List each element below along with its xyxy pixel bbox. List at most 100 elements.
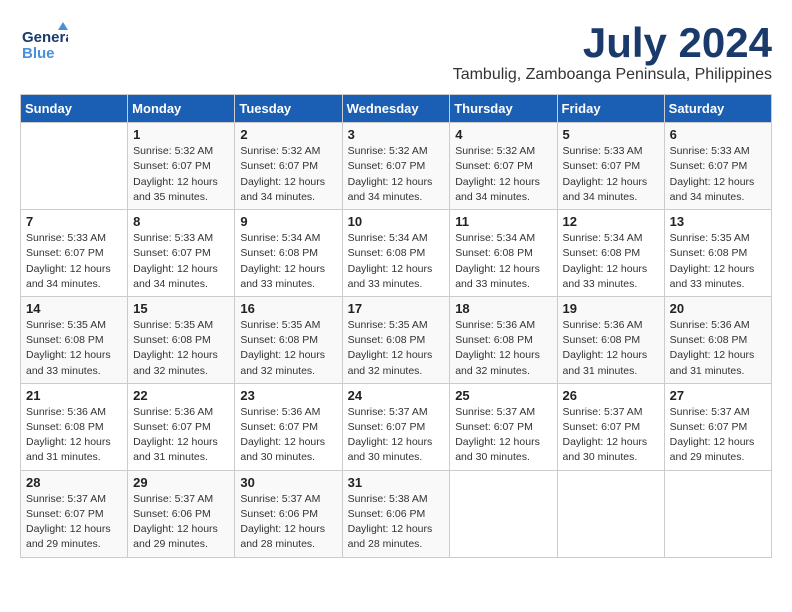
day-info: Sunrise: 5:34 AM Sunset: 6:08 PM Dayligh… <box>455 231 551 292</box>
day-info: Sunrise: 5:33 AM Sunset: 6:07 PM Dayligh… <box>563 144 659 205</box>
day-info: Sunrise: 5:32 AM Sunset: 6:07 PM Dayligh… <box>455 144 551 205</box>
svg-text:General: General <box>22 29 68 46</box>
day-number: 21 <box>26 388 122 403</box>
calendar-cell: 5 Sunrise: 5:33 AM Sunset: 6:07 PM Daylig… <box>557 123 664 210</box>
calendar-week-row: 14 Sunrise: 5:35 AM Sunset: 6:08 PM Dayli… <box>21 296 772 383</box>
calendar-cell: 3Sunrise: 5:32 AM Sunset: 6:07 PM Daylig… <box>342 123 450 210</box>
calendar-cell: 15Sunrise: 5:35 AM Sunset: 6:08 PM Dayli… <box>128 296 235 383</box>
day-number: 4 <box>455 127 551 142</box>
weekday-header-tuesday: Tuesday <box>235 95 342 123</box>
day-number: 14 <box>26 301 122 316</box>
day-info: Sunrise: 5:34 AM Sunset: 6:08 PM Dayligh… <box>240 231 336 292</box>
calendar-cell: 21Sunrise: 5:36 AM Sunset: 6:08 PM Dayli… <box>21 383 128 470</box>
header: General Blue July 2024 Tambulig, Zamboan… <box>20 20 772 84</box>
day-number: 19 <box>563 301 659 316</box>
day-info: Sunrise: 5:36 AM Sunset: 6:07 PM Dayligh… <box>240 405 336 466</box>
day-info: Sunrise: 5:35 AM Sunset: 6:08 PM Dayligh… <box>348 318 445 379</box>
calendar-cell: 7 Sunrise: 5:33 AM Sunset: 6:07 PM Daylig… <box>21 210 128 297</box>
day-number: 9 <box>240 214 336 229</box>
day-number: 26 <box>563 388 659 403</box>
location-title: Tambulig, Zamboanga Peninsula, Philippin… <box>453 66 772 84</box>
day-info: Sunrise: 5:37 AM Sunset: 6:07 PM Dayligh… <box>455 405 551 466</box>
calendar-cell: 12 Sunrise: 5:34 AM Sunset: 6:08 PM Dayli… <box>557 210 664 297</box>
day-number: 7 <box>26 214 122 229</box>
day-number: 17 <box>348 301 445 316</box>
day-info: Sunrise: 5:36 AM Sunset: 6:08 PM Dayligh… <box>670 318 766 379</box>
calendar-cell: 25 Sunrise: 5:37 AM Sunset: 6:07 PM Dayli… <box>450 383 557 470</box>
calendar-cell: 18 Sunrise: 5:36 AM Sunset: 6:08 PM Dayli… <box>450 296 557 383</box>
calendar-cell: 23 Sunrise: 5:36 AM Sunset: 6:07 PM Dayli… <box>235 383 342 470</box>
calendar-cell: 19 Sunrise: 5:36 AM Sunset: 6:08 PM Dayli… <box>557 296 664 383</box>
calendar-cell: 27 Sunrise: 5:37 AM Sunset: 6:07 PM Dayli… <box>664 383 771 470</box>
day-number: 18 <box>455 301 551 316</box>
day-number: 30 <box>240 475 336 490</box>
day-number: 3 <box>348 127 445 142</box>
calendar-cell: 8Sunrise: 5:33 AM Sunset: 6:07 PM Daylig… <box>128 210 235 297</box>
logo-icon: General Blue <box>20 20 68 64</box>
weekday-header-saturday: Saturday <box>664 95 771 123</box>
calendar-cell: 30 Sunrise: 5:37 AM Sunset: 6:06 PM Dayli… <box>235 470 342 557</box>
day-number: 28 <box>26 475 122 490</box>
title-area: July 2024 Tambulig, Zamboanga Peninsula,… <box>453 20 772 84</box>
day-number: 23 <box>240 388 336 403</box>
calendar-cell: 28 Sunrise: 5:37 AM Sunset: 6:07 PM Dayli… <box>21 470 128 557</box>
calendar-cell: 17 Sunrise: 5:35 AM Sunset: 6:08 PM Dayli… <box>342 296 450 383</box>
day-number: 31 <box>348 475 445 490</box>
calendar-week-row: 1 Sunrise: 5:32 AM Sunset: 6:07 PM Daylig… <box>21 123 772 210</box>
day-info: Sunrise: 5:35 AM Sunset: 6:08 PM Dayligh… <box>240 318 336 379</box>
day-number: 5 <box>563 127 659 142</box>
logo: General Blue <box>20 20 68 64</box>
svg-text:Blue: Blue <box>22 45 55 62</box>
day-info: Sunrise: 5:33 AM Sunset: 6:07 PM Dayligh… <box>26 231 122 292</box>
day-info: Sunrise: 5:37 AM Sunset: 6:07 PM Dayligh… <box>670 405 766 466</box>
calendar-cell: 16 Sunrise: 5:35 AM Sunset: 6:08 PM Dayli… <box>235 296 342 383</box>
day-info: Sunrise: 5:37 AM Sunset: 6:07 PM Dayligh… <box>563 405 659 466</box>
calendar-cell: 6 Sunrise: 5:33 AM Sunset: 6:07 PM Daylig… <box>664 123 771 210</box>
day-info: Sunrise: 5:37 AM Sunset: 6:07 PM Dayligh… <box>26 492 122 553</box>
day-number: 12 <box>563 214 659 229</box>
day-info: Sunrise: 5:35 AM Sunset: 6:08 PM Dayligh… <box>26 318 122 379</box>
day-info: Sunrise: 5:34 AM Sunset: 6:08 PM Dayligh… <box>563 231 659 292</box>
day-number: 1 <box>133 127 229 142</box>
day-number: 2 <box>240 127 336 142</box>
day-info: Sunrise: 5:36 AM Sunset: 6:08 PM Dayligh… <box>563 318 659 379</box>
calendar-cell <box>450 470 557 557</box>
day-info: Sunrise: 5:33 AM Sunset: 6:07 PM Dayligh… <box>670 144 766 205</box>
day-number: 6 <box>670 127 766 142</box>
day-number: 15 <box>133 301 229 316</box>
day-number: 25 <box>455 388 551 403</box>
day-info: Sunrise: 5:32 AM Sunset: 6:07 PM Dayligh… <box>240 144 336 205</box>
calendar-cell: 22Sunrise: 5:36 AM Sunset: 6:07 PM Dayli… <box>128 383 235 470</box>
day-info: Sunrise: 5:35 AM Sunset: 6:08 PM Dayligh… <box>670 231 766 292</box>
weekday-header-friday: Friday <box>557 95 664 123</box>
calendar-cell: 11Sunrise: 5:34 AM Sunset: 6:08 PM Dayli… <box>450 210 557 297</box>
day-number: 10 <box>348 214 445 229</box>
day-number: 13 <box>670 214 766 229</box>
day-info: Sunrise: 5:32 AM Sunset: 6:07 PM Dayligh… <box>133 144 229 205</box>
day-info: Sunrise: 5:36 AM Sunset: 6:08 PM Dayligh… <box>455 318 551 379</box>
calendar-cell <box>557 470 664 557</box>
calendar-cell <box>21 123 128 210</box>
day-info: Sunrise: 5:38 AM Sunset: 6:06 PM Dayligh… <box>348 492 445 553</box>
calendar-cell: 2 Sunrise: 5:32 AM Sunset: 6:07 PM Daylig… <box>235 123 342 210</box>
weekday-header-wednesday: Wednesday <box>342 95 450 123</box>
weekday-header-sunday: Sunday <box>21 95 128 123</box>
calendar-week-row: 28 Sunrise: 5:37 AM Sunset: 6:07 PM Dayli… <box>21 470 772 557</box>
day-number: 27 <box>670 388 766 403</box>
month-title: July 2024 <box>453 20 772 66</box>
weekday-header-thursday: Thursday <box>450 95 557 123</box>
calendar-cell: 14 Sunrise: 5:35 AM Sunset: 6:08 PM Dayli… <box>21 296 128 383</box>
day-info: Sunrise: 5:34 AM Sunset: 6:08 PM Dayligh… <box>348 231 445 292</box>
calendar-cell: 26 Sunrise: 5:37 AM Sunset: 6:07 PM Dayli… <box>557 383 664 470</box>
day-number: 16 <box>240 301 336 316</box>
day-info: Sunrise: 5:37 AM Sunset: 6:07 PM Dayligh… <box>348 405 445 466</box>
calendar-week-row: 21Sunrise: 5:36 AM Sunset: 6:08 PM Dayli… <box>21 383 772 470</box>
calendar-cell: 31 Sunrise: 5:38 AM Sunset: 6:06 PM Dayli… <box>342 470 450 557</box>
calendar-cell: 1 Sunrise: 5:32 AM Sunset: 6:07 PM Daylig… <box>128 123 235 210</box>
weekday-header-row: SundayMondayTuesdayWednesdayThursdayFrid… <box>21 95 772 123</box>
calendar-cell: 4 Sunrise: 5:32 AM Sunset: 6:07 PM Daylig… <box>450 123 557 210</box>
calendar-cell: 24Sunrise: 5:37 AM Sunset: 6:07 PM Dayli… <box>342 383 450 470</box>
day-info: Sunrise: 5:37 AM Sunset: 6:06 PM Dayligh… <box>240 492 336 553</box>
calendar-table: SundayMondayTuesdayWednesdayThursdayFrid… <box>20 94 772 557</box>
day-info: Sunrise: 5:37 AM Sunset: 6:06 PM Dayligh… <box>133 492 229 553</box>
